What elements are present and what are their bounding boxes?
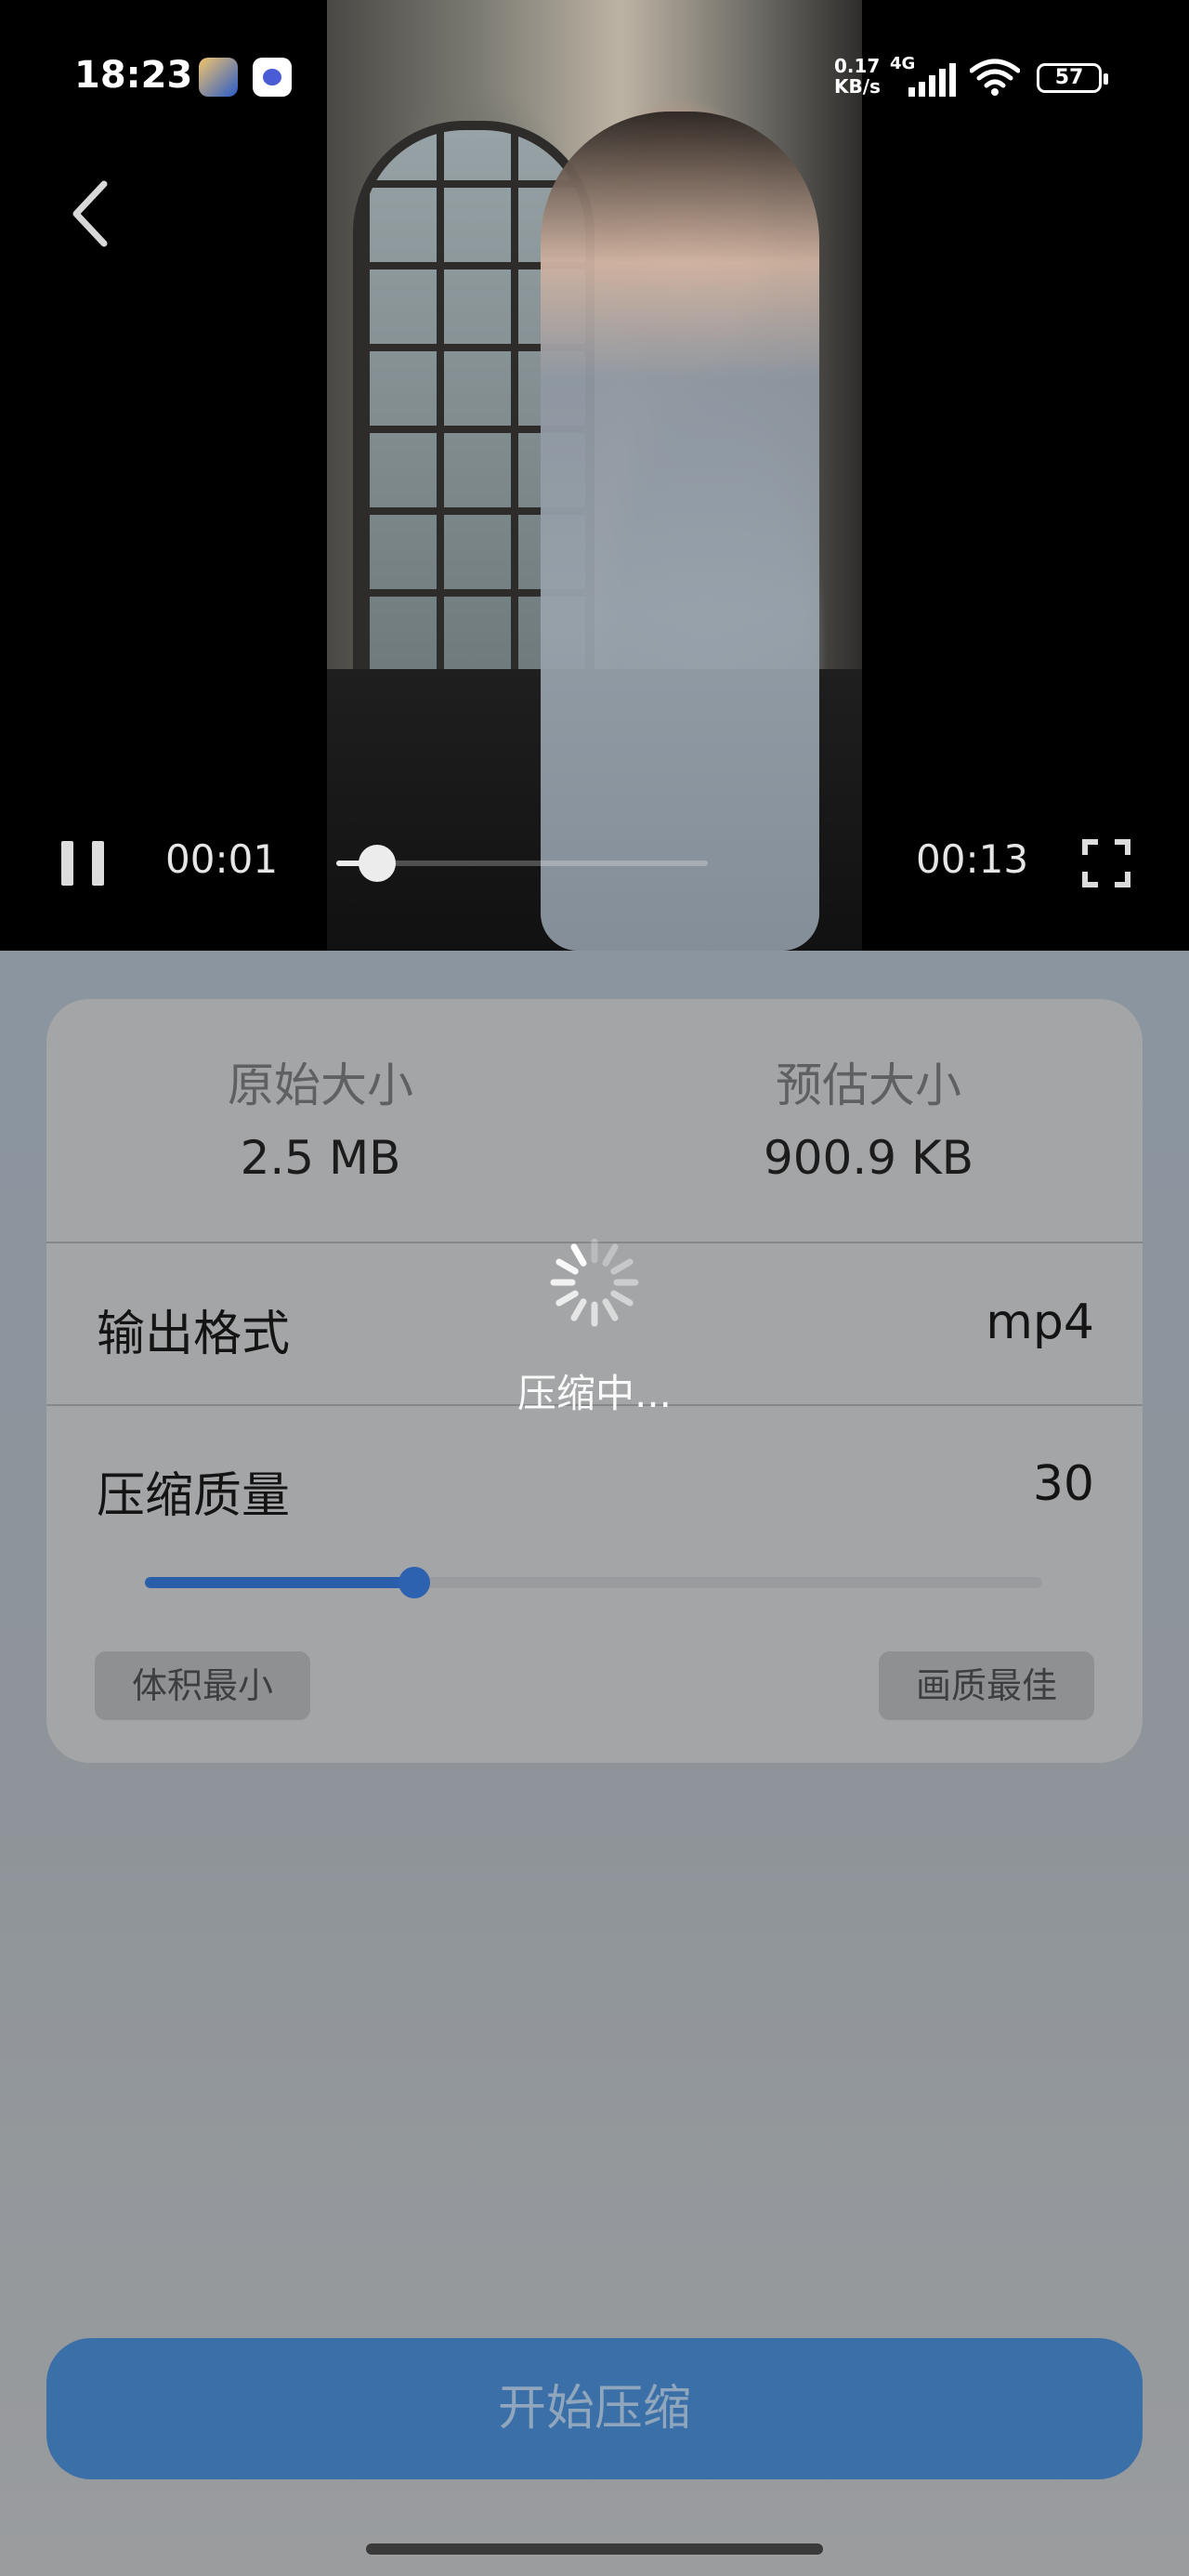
quality-slider-fill [145,1577,414,1588]
start-compress-button[interactable]: 开始压缩 [46,2338,1143,2479]
video-subject [541,112,819,951]
estimated-size-value: 900.9 KB [763,1131,974,1185]
original-size-label: 原始大小 [228,1058,413,1112]
spinner-tick [555,1258,579,1275]
network-speed-value: 0.17 [834,55,881,77]
seek-bar[interactable] [336,845,708,882]
min-size-preset-button[interactable]: 体积最小 [95,1651,310,1720]
pause-button[interactable] [61,841,104,886]
current-time: 00:01 [165,836,279,882]
network-speed-unit: KB/s [834,75,881,98]
spinner-tick [570,1298,587,1321]
home-indicator [366,2543,823,2555]
notification-app-icon [253,58,292,97]
quality-slider-thumb[interactable] [398,1567,430,1598]
spinner-tick [610,1290,634,1307]
notification-app-icon [199,58,238,97]
fullscreen-icon[interactable] [1081,838,1131,888]
video-player[interactable]: 18:23 0.17 KB/s 4G 57 00:01 00:13 [0,0,1189,951]
original-size-value: 2.5 MB [240,1131,401,1185]
pause-icon [61,841,73,886]
battery-indicator: 57 [1037,63,1108,93]
signal-icon [908,63,956,97]
spinner-tick [570,1243,587,1267]
loading-text: 压缩中... [516,1371,673,1416]
status-time: 18:23 [74,54,193,97]
spinner-tick [610,1258,634,1275]
pause-icon [92,841,104,886]
loading-spinner-icon [550,1238,639,1327]
output-format-value[interactable]: mp4 [986,1295,1094,1350]
video-frame [327,0,862,951]
output-format-label: 输出格式 [97,1307,291,1362]
back-arrow-icon[interactable] [63,177,119,251]
network-speed: 0.17 KB/s [834,56,890,97]
quality-value: 30 [1032,1456,1094,1512]
total-time: 00:13 [916,836,1029,882]
estimated-size-label: 预估大小 [776,1058,961,1112]
spinner-tick [555,1290,579,1307]
spinner-tick [602,1243,619,1267]
wifi-icon [970,59,1020,96]
seek-bar-thumb[interactable] [359,845,396,882]
best-quality-preset-button[interactable]: 画质最佳 [879,1651,1094,1720]
spinner-tick [602,1298,619,1321]
quality-slider[interactable] [145,1567,1042,1598]
quality-label: 压缩质量 [97,1468,291,1524]
